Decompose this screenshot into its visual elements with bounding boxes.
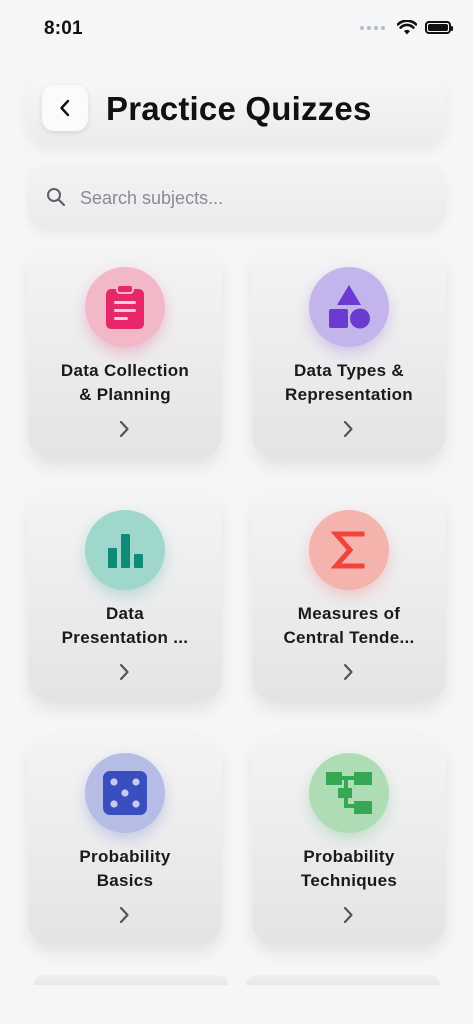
subject-card-partial[interactable]: [246, 975, 440, 985]
subject-card-partial[interactable]: [34, 975, 228, 985]
bar-chart-icon: [85, 510, 165, 590]
chevron-right-icon: [343, 663, 353, 681]
status-bar: 8:01: [0, 0, 473, 56]
card-title: Probability Techniques: [300, 847, 398, 890]
subject-card-data-presentation[interactable]: Data Presentation ...: [28, 492, 222, 702]
chevron-right-icon: [119, 420, 129, 438]
sigma-icon: [309, 510, 389, 590]
battery-icon: [425, 21, 453, 34]
screen: 8:01 Practice Quizzes Search subjects...…: [0, 0, 473, 1024]
chevron-right-icon: [343, 906, 353, 924]
subject-card-probability-techniques[interactable]: Probability Techniques: [252, 735, 446, 945]
page-title: Practice Quizzes: [106, 90, 372, 127]
search-input[interactable]: [78, 180, 422, 216]
subject-card-data-collection[interactable]: Data Collection & Planning: [28, 249, 222, 459]
search-bar: [28, 164, 446, 230]
back-button[interactable]: [42, 85, 88, 131]
chevron-right-icon: [119, 663, 129, 681]
search-icon: [47, 188, 66, 207]
clipboard-icon: [85, 267, 165, 347]
chevron-right-icon: [343, 420, 353, 438]
subject-card-measures-central-tendency[interactable]: Measures of Central Tende...: [252, 492, 446, 702]
tree-diagram-icon: [309, 753, 389, 833]
chevron-left-icon: [60, 99, 70, 117]
card-title: Probability Basics: [79, 847, 171, 890]
status-time: 8:01: [44, 18, 83, 39]
shapes-icon: [309, 267, 389, 347]
chevron-right-icon: [119, 906, 129, 924]
dice-icon: [85, 753, 165, 833]
card-title: Data Collection & Planning: [60, 361, 190, 404]
wifi-icon: [397, 20, 417, 35]
status-icons: [360, 20, 453, 35]
subject-card-data-types[interactable]: Data Types & Representation: [252, 249, 446, 459]
subject-card-probability-basics[interactable]: Probability Basics: [28, 735, 222, 945]
header: Practice Quizzes: [28, 74, 446, 144]
card-title: Measures of Central Tende...: [283, 604, 415, 647]
card-title: Data Presentation ...: [61, 604, 189, 647]
card-title: Data Types & Representation: [285, 361, 413, 404]
cellular-signal-icon: [360, 25, 385, 30]
